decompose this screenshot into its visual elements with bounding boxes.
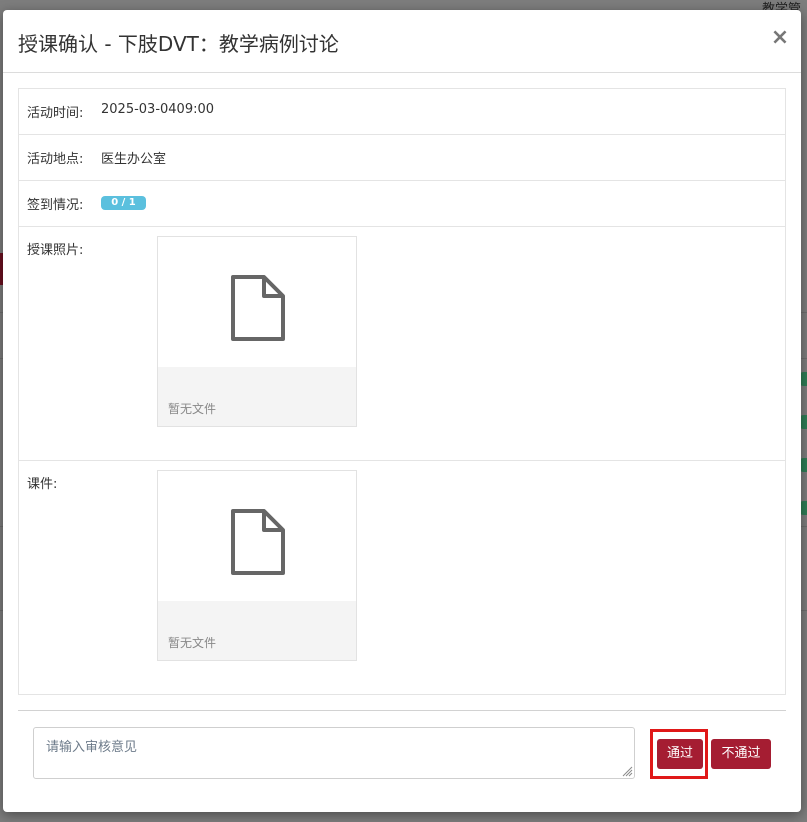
detail-row-photos: 授课照片: 暂无文件 [19,227,785,461]
photo-file-footer: 暂无文件 [158,367,356,426]
photo-label: 授课照片: [27,243,84,258]
detail-row-courseware: 课件: 暂无文件 [19,461,785,694]
time-label: 活动时间: [27,106,84,121]
document-icon [231,275,285,341]
photo-empty-text: 暂无文件 [168,402,217,416]
document-icon [231,509,285,575]
photo-file-card[interactable]: 暂无文件 [157,236,357,427]
reject-button[interactable]: 不通过 [711,739,771,769]
courseware-file-card[interactable]: 暂无文件 [157,470,357,661]
signin-label: 签到情况: [27,198,84,213]
review-comment-placeholder: 请输入审核意见 [46,740,138,755]
location-value: 医生办公室 [101,152,167,167]
detail-row-location: 活动地点: 医生办公室 [19,135,785,181]
review-comment-input[interactable]: 请输入审核意见 [33,727,635,779]
dialog-header: 授课确认 - 下肢DVT：教学病例讨论 × [3,10,801,73]
courseware-empty-text: 暂无文件 [168,636,217,650]
pass-button[interactable]: 通过 [657,739,703,769]
confirm-teaching-dialog: 授课确认 - 下肢DVT：教学病例讨论 × 活动时间: 2025-03-0409… [3,10,801,812]
courseware-label: 课件: [27,477,58,492]
activity-details: 活动时间: 2025-03-0409:00 活动地点: 医生办公室 签到情况: … [18,88,786,695]
signin-count-badge: 0 / 1 [101,196,146,210]
location-label: 活动地点: [27,152,84,167]
time-value: 2025-03-0409:00 [101,102,215,117]
courseware-file-footer: 暂无文件 [158,601,356,660]
footer-divider [18,710,786,711]
detail-row-time: 活动时间: 2025-03-0409:00 [19,89,785,135]
resize-handle-icon[interactable] [621,765,633,777]
close-icon[interactable]: × [770,26,790,50]
dialog-title: 授课确认 - 下肢DVT：教学病例讨论 [18,32,339,56]
detail-row-signin: 签到情况: 0 / 1 [19,181,785,227]
